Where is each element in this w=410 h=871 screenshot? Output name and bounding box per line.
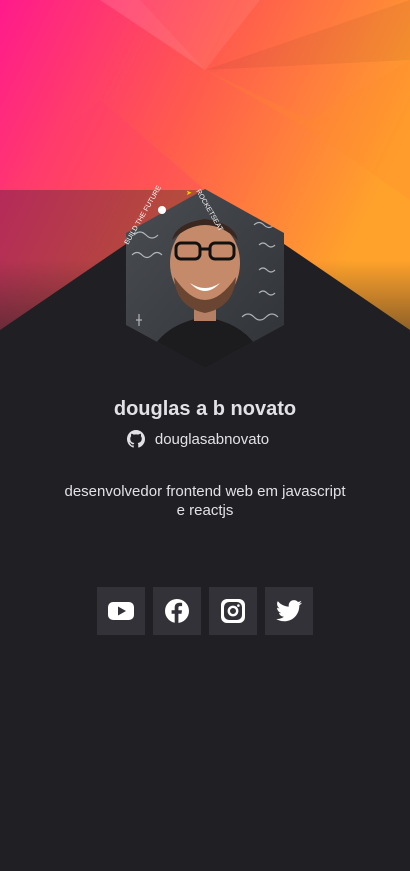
facebook-button[interactable] <box>153 587 201 635</box>
profile-bio: desenvolvedor frontend web em javascript… <box>64 483 346 519</box>
twitter-icon <box>276 600 302 622</box>
instagram-icon <box>221 599 245 623</box>
svg-text:➤: ➤ <box>186 190 192 197</box>
github-link-row[interactable]: douglasabnovato <box>0 430 410 448</box>
twitter-button[interactable] <box>265 587 313 635</box>
profile-name: douglas a b novato <box>113 398 297 420</box>
github-username-link[interactable]: douglasabnovato <box>155 431 269 448</box>
instagram-button[interactable] <box>209 587 257 635</box>
social-links <box>97 587 313 635</box>
github-icon <box>126 430 145 448</box>
avatar: BUILD THE FUTURE ➤ ROCKETSEAT <box>124 185 286 370</box>
youtube-button[interactable] <box>97 587 145 635</box>
youtube-icon <box>108 601 134 621</box>
facebook-icon <box>165 599 189 623</box>
